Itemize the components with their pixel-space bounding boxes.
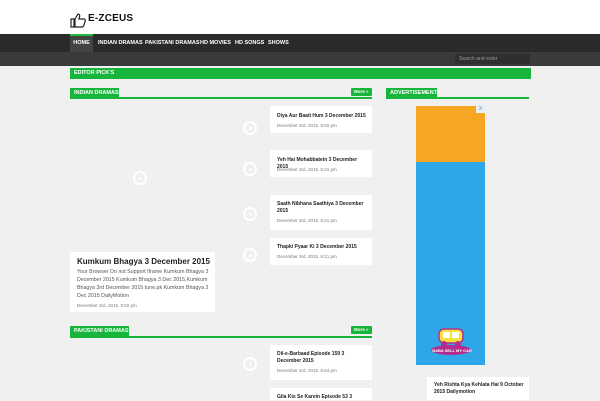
item-play-icon[interactable]: [243, 248, 257, 262]
nav-hd-songs[interactable]: HD SONGS: [235, 34, 264, 52]
list-item-title[interactable]: Thapki Pyaar Ki 3 December 2015: [277, 244, 369, 251]
thumbs-up-icon: [70, 13, 86, 28]
list-item-date: December 3rd, 2015, 9:02 pm: [277, 123, 337, 128]
list-item[interactable]: [270, 238, 372, 265]
nav-pakistani-dramas[interactable]: PAKISTANI DRAMAS: [145, 34, 200, 52]
header: E-ZCEUS: [0, 0, 600, 34]
list-item-title[interactable]: Saath Nibhana Saathiya 3 December 2015: [277, 201, 369, 215]
nav-indian-dramas[interactable]: INDIAN DRAMAS: [98, 34, 143, 52]
site-title[interactable]: E-ZCEUS: [88, 13, 133, 24]
nav-hd-movies[interactable]: HD MOVIES: [200, 34, 231, 52]
list-item-title[interactable]: Diya Aur Baati Hum 3 December 2015: [277, 113, 369, 120]
editor-picks-bar: [70, 68, 531, 79]
ad-close-icon[interactable]: X: [476, 106, 485, 113]
featured-title[interactable]: Kumkum Bhagya 3 December 2015: [77, 257, 210, 266]
pakistani-more-button[interactable]: More »: [351, 326, 372, 334]
list-item-date: December 3rd, 2015, 6:21 pm: [277, 254, 337, 259]
nav-shows[interactable]: SHOWS: [268, 34, 289, 52]
search-input[interactable]: [455, 54, 530, 64]
ad-banner[interactable]: X BABA SELL MY CAR: [416, 106, 485, 365]
list-item-date: December 3rd, 2015, 6:21 pm: [277, 218, 337, 223]
featured-excerpt: Your Browser Do not Support Iframe Kumku…: [77, 269, 209, 299]
advertisement-underline: [386, 97, 529, 99]
pakistani-dramas-underline: [70, 336, 372, 338]
list-item-date: December 3rd, 2015, 6:54 pm: [277, 368, 337, 373]
editor-picks-heading: EDITOR PICK'S: [70, 68, 115, 79]
ad-top-panel: [416, 106, 485, 162]
list-item-title[interactable]: Dil-e-Barbaad Episode 159 3 December 201…: [277, 351, 369, 365]
indian-more-button[interactable]: More »: [351, 88, 372, 96]
ad-logo-text: BABA SELL MY CAR: [432, 348, 472, 353]
sidebar-item-title[interactable]: Yeh Rishta Kya Kehlata Hai 9 October 201…: [434, 382, 526, 396]
main-nav: HOME INDIAN DRAMAS PAKISTANI DRAMAS HD M…: [0, 34, 600, 52]
list-item-date: December 3rd, 2015, 6:21 pm: [277, 167, 337, 172]
featured-date: December 3rd, 2015, 9:02 pm: [77, 303, 137, 308]
indian-dramas-underline: [70, 97, 372, 99]
item-play-icon[interactable]: [243, 162, 257, 176]
nav-home[interactable]: HOME: [70, 34, 93, 52]
item-play-icon[interactable]: [243, 357, 257, 371]
featured-play-icon[interactable]: [133, 171, 147, 185]
item-play-icon[interactable]: [243, 121, 257, 135]
item-play-icon[interactable]: [243, 207, 257, 221]
